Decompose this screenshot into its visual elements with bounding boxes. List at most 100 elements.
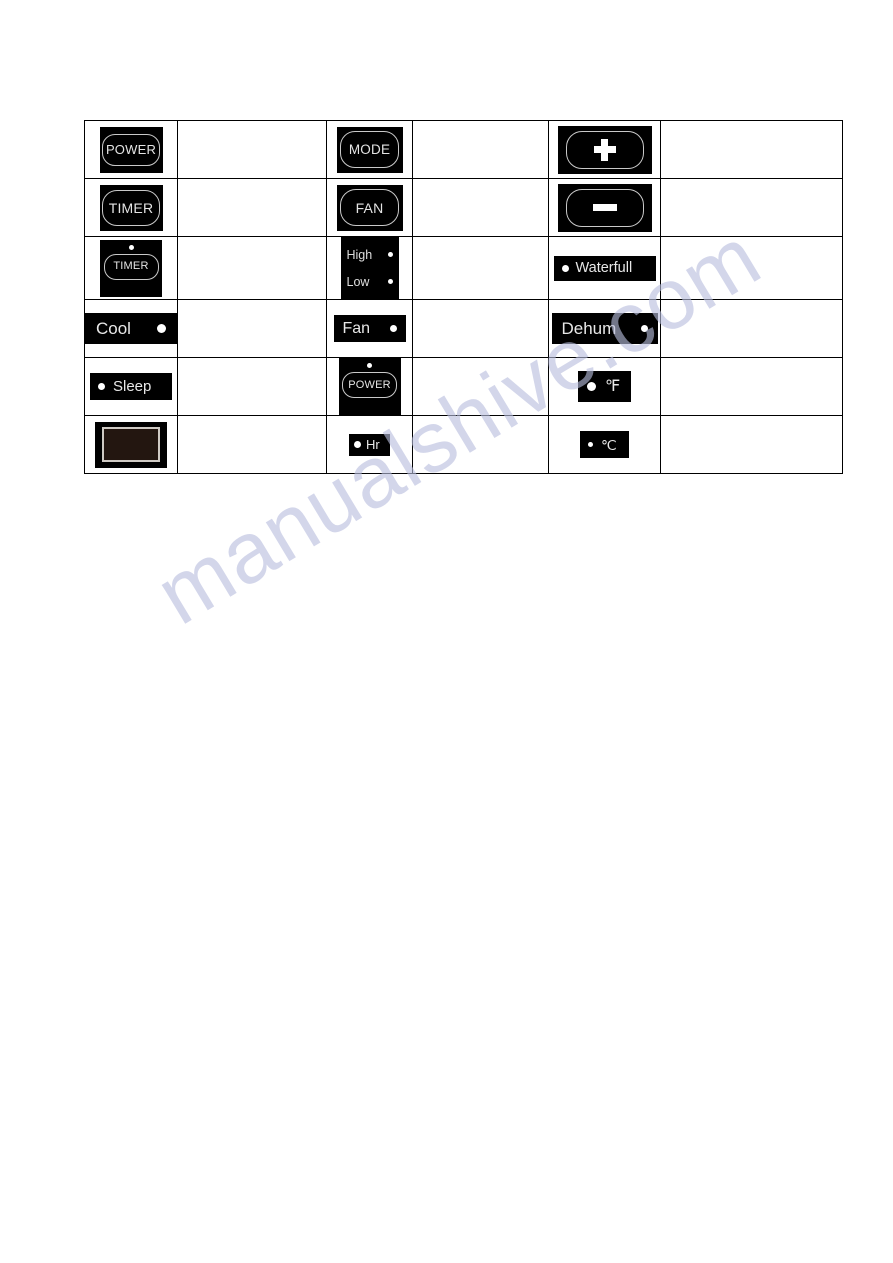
description-cell (660, 299, 843, 358)
table-row: Cool Fan Dehum (84, 299, 843, 358)
symbol-cell-waterfull-indicator: Waterfull (548, 236, 661, 300)
fan-mode-indicator-icon: Fan (333, 315, 406, 342)
symbol-cell-hour-indicator: Hr (326, 415, 413, 474)
description-cell (412, 299, 549, 358)
mode-button-icon: MODE (336, 126, 403, 173)
fahrenheit-label: ℉ (605, 377, 621, 395)
symbol-cell-fan-mode-indicator: Fan (326, 299, 413, 358)
symbol-cell-power-button-with-indicator: POWER (326, 357, 413, 416)
description-text (413, 300, 548, 357)
sleep-label: Sleep (113, 378, 152, 395)
sleep-led-icon (98, 383, 105, 390)
control-panel-symbol-table: POWER MODE TIMER FAN TIMER High Low Wate… (84, 120, 843, 474)
fan-speed-low-label: Low (346, 274, 370, 289)
power-button-with-indicator-icon: POWER (338, 358, 401, 415)
fan-speed-indicator-icon: High Low (340, 237, 399, 299)
fan-button-icon: FAN (336, 184, 403, 231)
description-cell (660, 178, 843, 237)
symbol-cell-power-button: POWER (84, 120, 178, 179)
description-cell (660, 357, 843, 416)
power-button-icon: POWER (99, 126, 163, 173)
description-cell (412, 120, 549, 179)
sleep-mode-indicator-icon: Sleep (90, 373, 172, 400)
symbol-cell-fahrenheit-indicator: ℉ (548, 357, 661, 416)
description-text (661, 300, 842, 357)
hour-indicator-icon: Hr (349, 433, 390, 456)
symbol-cell-cool-indicator: Cool (84, 299, 178, 358)
timer-button-with-indicator-icon: TIMER (100, 239, 162, 297)
symbol-cell-dehum-indicator: Dehum (548, 299, 661, 358)
fan-mode-label: Fan (342, 319, 371, 337)
description-text (178, 237, 326, 299)
fan-speed-high-led-icon (387, 252, 393, 257)
cool-led-icon (157, 324, 166, 333)
description-text (413, 121, 548, 178)
fan-speed-high-row: High (347, 248, 393, 262)
description-cell (412, 236, 549, 300)
minus-button-icon (557, 183, 652, 232)
description-cell (177, 357, 327, 416)
symbol-cell-celsius-indicator: ℃ (548, 415, 661, 474)
dehum-led-icon (640, 325, 648, 332)
celsius-led-icon (588, 442, 593, 447)
symbol-cell-fan-speed-indicator: High Low (326, 236, 413, 300)
description-cell (177, 236, 327, 300)
fan-key-label: FAN (340, 189, 399, 226)
hour-label: Hr (366, 437, 380, 452)
fahrenheit-indicator-icon: ℉ (578, 371, 631, 402)
description-text (661, 121, 842, 178)
power-key-label: POWER (342, 372, 397, 398)
cool-mode-indicator-icon: Cool (85, 313, 177, 344)
symbol-cell-sleep-indicator: Sleep (84, 357, 178, 416)
fan-mode-led-icon (389, 325, 397, 332)
description-cell (660, 120, 843, 179)
description-cell (660, 236, 843, 300)
timer-led-indicator-icon (128, 244, 134, 250)
symbol-cell-timer-button-with-indicator: TIMER (84, 236, 178, 300)
description-text (661, 179, 842, 236)
symbol-cell-mode-button: MODE (326, 120, 413, 179)
description-text (413, 237, 548, 299)
mode-key-label: MODE (340, 131, 399, 168)
description-cell (660, 415, 843, 474)
description-cell (177, 415, 327, 474)
plus-glyph-icon (593, 138, 616, 161)
description-text (178, 121, 326, 178)
waterfull-led-icon (561, 264, 569, 272)
description-cell (412, 357, 549, 416)
table-row: TIMER FAN (84, 178, 843, 237)
fan-speed-low-row: Low (347, 275, 393, 289)
symbol-cell-plus-button (548, 120, 661, 179)
dehum-mode-indicator-icon: Dehum (551, 313, 658, 344)
description-cell (177, 120, 327, 179)
celsius-label: ℃ (601, 436, 617, 453)
symbol-cell-display-window (84, 415, 178, 474)
timer-button-icon: TIMER (99, 184, 163, 231)
description-text (178, 179, 326, 236)
description-text (661, 416, 842, 473)
table-row: TIMER High Low Waterfull (84, 236, 843, 300)
power-key-label: POWER (102, 133, 160, 166)
symbol-cell-fan-button: FAN (326, 178, 413, 237)
fan-speed-low-led-icon (387, 279, 393, 284)
timer-key-label: TIMER (103, 253, 159, 280)
dehum-label: Dehum (561, 319, 617, 338)
description-text (413, 416, 548, 473)
description-cell (177, 299, 327, 358)
description-cell (412, 178, 549, 237)
fan-speed-high-label: High (346, 247, 373, 262)
description-text (661, 237, 842, 299)
description-text (413, 358, 548, 415)
description-text (178, 300, 326, 357)
plus-button-icon (557, 125, 652, 174)
waterfull-label: Waterfull (575, 259, 633, 276)
description-text (661, 358, 842, 415)
waterfull-indicator-icon: Waterfull (553, 255, 656, 281)
symbol-cell-timer-button: TIMER (84, 178, 178, 237)
timer-key-label: TIMER (102, 189, 160, 226)
description-text (178, 358, 326, 415)
table-row: Hr ℃ (84, 415, 843, 474)
power-led-indicator-icon (367, 363, 372, 368)
description-text (178, 416, 326, 473)
display-screen (102, 427, 160, 462)
